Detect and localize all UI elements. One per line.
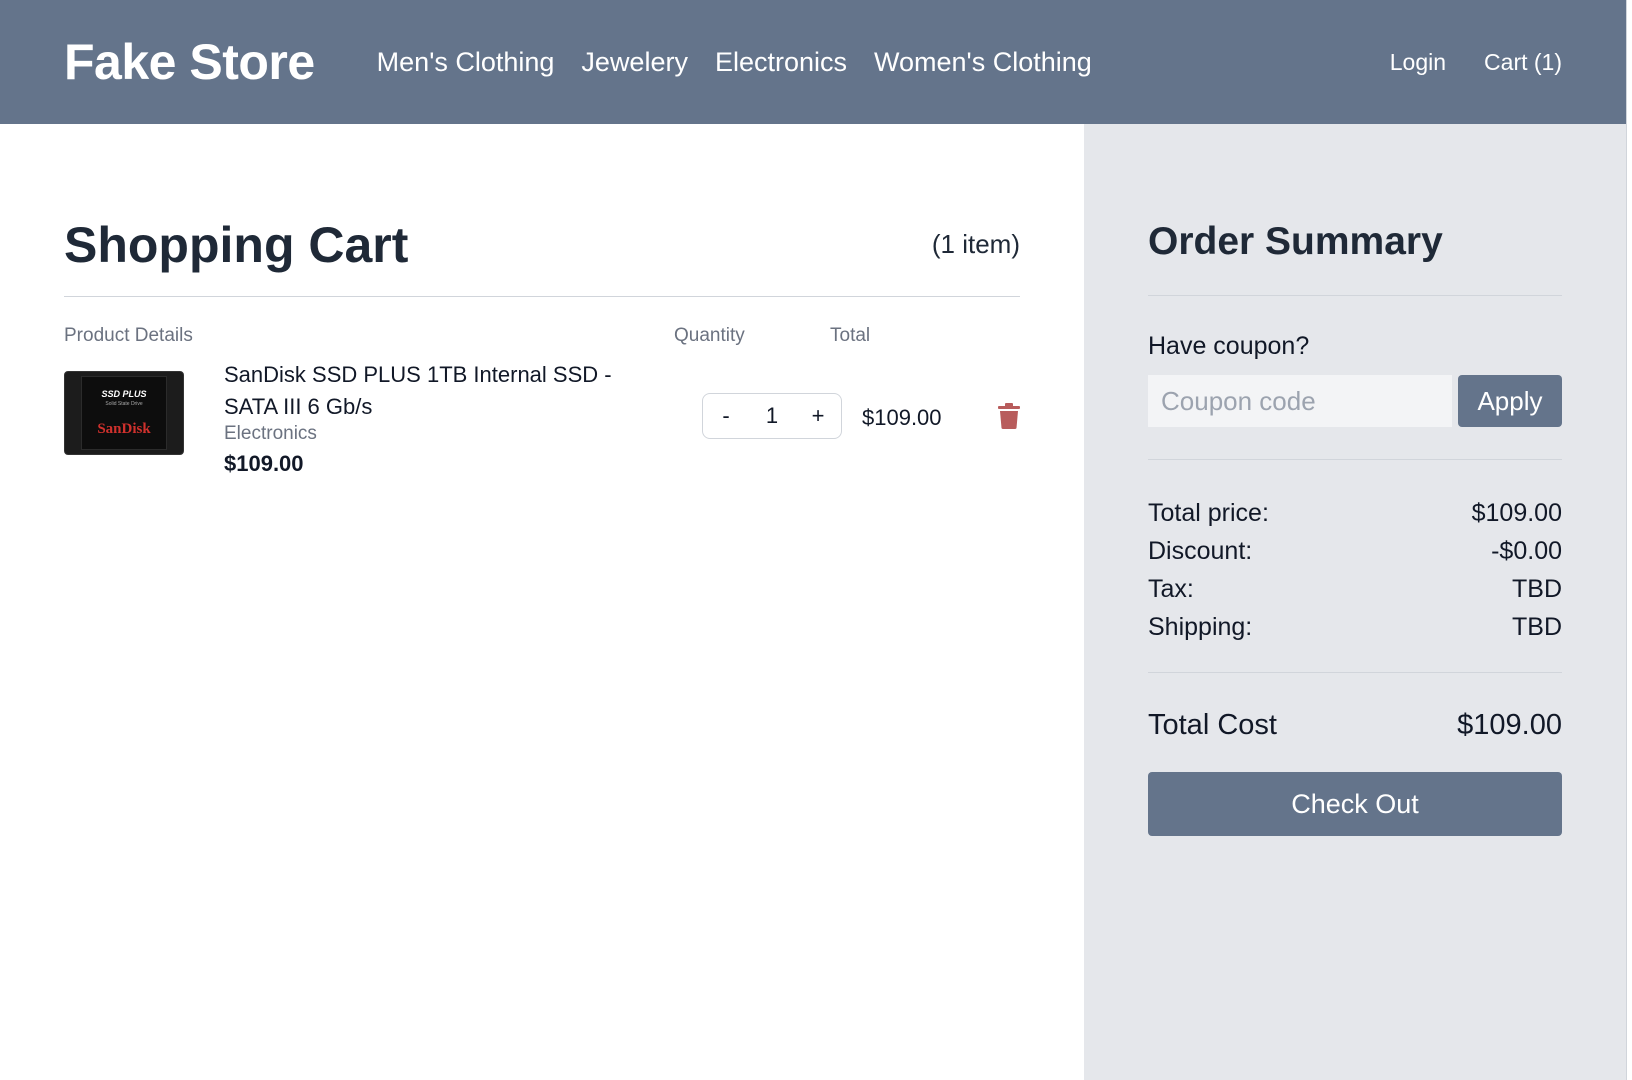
total-cost-line: Total Cost $109.00 — [1148, 673, 1562, 742]
cart-link[interactable]: Cart (1) — [1484, 49, 1562, 76]
quantity-value: 1 — [765, 403, 779, 428]
product-image-model-text: SSD PLUS — [101, 388, 147, 399]
brand-logo[interactable]: Fake Store — [64, 33, 315, 91]
price-line-label: Shipping: — [1148, 613, 1253, 641]
item-count: (1 item) — [931, 229, 1020, 259]
product-image-brand-text: SanDisk — [97, 420, 151, 437]
price-line-shipping: Shipping: TBD — [1148, 608, 1562, 646]
price-line-label: Discount: — [1148, 537, 1253, 565]
product-name[interactable]: SanDisk SSD PLUS 1TB Internal SSD - SATA… — [224, 359, 644, 423]
user-nav: Login Cart (1) — [1390, 49, 1562, 76]
coupon-label: Have coupon? — [1148, 332, 1310, 360]
nav-link-mens-clothing[interactable]: Men's Clothing — [377, 47, 555, 78]
cart-item-row: SSD PLUS Solid State Drive SanDisk SanDi… — [64, 355, 1020, 505]
nav-link-jewelery[interactable]: Jewelery — [581, 47, 688, 78]
product-image[interactable]: SSD PLUS Solid State Drive SanDisk — [64, 371, 184, 455]
product-image-subtitle-text: Solid State Drive — [105, 400, 143, 407]
decrease-quantity-button[interactable]: - — [712, 403, 740, 429]
trash-icon[interactable] — [998, 403, 1020, 429]
product-unit-price: $109.00 — [224, 451, 304, 476]
price-line-value: TBD — [1512, 575, 1562, 603]
price-line-value: $109.00 — [1471, 499, 1562, 527]
login-link[interactable]: Login — [1390, 49, 1446, 76]
price-line-value: TBD — [1512, 613, 1562, 641]
product-category: Electronics — [224, 423, 317, 444]
page-title: Shopping Cart — [64, 217, 409, 273]
coupon-code-input[interactable] — [1148, 375, 1452, 427]
column-header-total: Total — [830, 325, 871, 346]
coupon-section: Have coupon? Apply — [1148, 296, 1562, 460]
total-cost-label: Total Cost — [1148, 709, 1277, 741]
category-nav: Men's Clothing Jewelery Electronics Wome… — [377, 47, 1092, 78]
price-line-total-price: Total price: $109.00 — [1148, 494, 1562, 532]
total-cost-value: $109.00 — [1457, 709, 1562, 741]
price-line-value: -$0.00 — [1491, 537, 1562, 565]
price-line-discount: Discount: -$0.00 — [1148, 532, 1562, 570]
product-info: SanDisk SSD PLUS 1TB Internal SSD - SATA… — [224, 359, 644, 477]
column-header-product-details: Product Details — [64, 325, 193, 346]
product-image-face: SSD PLUS Solid State Drive SanDisk — [81, 376, 167, 450]
apply-coupon-button[interactable]: Apply — [1458, 375, 1562, 427]
nav-link-womens-clothing[interactable]: Women's Clothing — [874, 47, 1092, 78]
nav-link-electronics[interactable]: Electronics — [715, 47, 847, 78]
cart-header: Shopping Cart (1 item) — [64, 124, 1020, 297]
column-header-quantity: Quantity — [674, 325, 745, 346]
coupon-form: Apply — [1148, 375, 1562, 427]
price-line-tax: Tax: TBD — [1148, 570, 1562, 608]
navbar: Fake Store Men's Clothing Jewelery Elect… — [0, 0, 1626, 124]
order-summary-panel: Order Summary Have coupon? Apply Total p… — [1084, 124, 1626, 1080]
price-line-label: Total price: — [1148, 499, 1269, 527]
order-summary-title: Order Summary — [1148, 124, 1562, 296]
cart-column-headers: Product Details Quantity Total — [64, 297, 1020, 355]
item-total-price: $109.00 — [862, 405, 942, 430]
checkout-button[interactable]: Check Out — [1148, 772, 1562, 836]
cart-panel: Shopping Cart (1 item) Product Details Q… — [64, 124, 1020, 505]
increase-quantity-button[interactable]: + — [804, 403, 832, 429]
price-line-label: Tax: — [1148, 575, 1194, 603]
quantity-stepper: - 1 + — [702, 393, 842, 439]
price-breakdown: Total price: $109.00 Discount: -$0.00 Ta… — [1148, 460, 1562, 673]
window-edge — [1626, 0, 1632, 1080]
